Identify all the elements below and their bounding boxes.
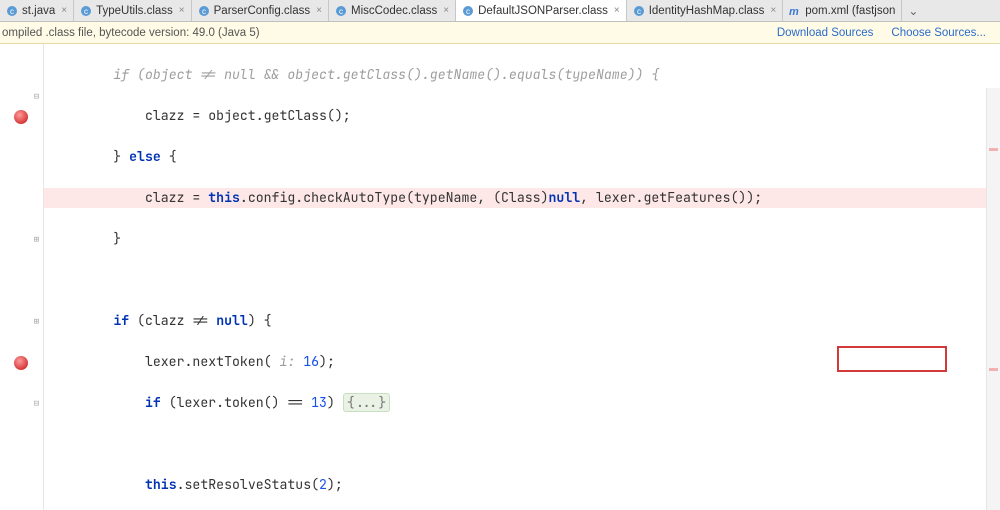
fold-handle-icon[interactable]: ⊞ (32, 317, 41, 326)
fold-handle-icon[interactable]: ⊟ (32, 399, 41, 408)
download-sources-link[interactable]: Download Sources (777, 27, 874, 39)
gutter[interactable]: ⊟ ⊞ ⊞ ⊟ (0, 44, 44, 510)
error-stripe-mark[interactable] (989, 148, 998, 151)
java-class-icon: c (633, 5, 645, 17)
close-icon[interactable]: × (443, 5, 449, 16)
code-line: } else { (44, 147, 1000, 168)
tab-label: st.java (22, 5, 55, 17)
code-line: if (lexer.token() == 13) {...} (44, 393, 1000, 414)
editor-scrollbar[interactable] (986, 88, 1000, 510)
close-icon[interactable]: × (179, 5, 185, 16)
svg-text:c: c (84, 7, 88, 16)
chevron-down-icon: ⌄ (908, 4, 918, 18)
tab-label: DefaultJSONParser.class (478, 5, 608, 17)
close-icon[interactable]: × (770, 5, 776, 16)
java-class-icon: c (6, 5, 18, 17)
tab-misccodec[interactable]: c MiscCodec.class × (329, 0, 456, 21)
choose-sources-link[interactable]: Choose Sources... (891, 27, 986, 39)
code-line: lexer.nextToken( i: 16); (44, 352, 1000, 373)
error-stripe-mark[interactable] (989, 368, 998, 371)
tab-label: pom.xml (fastjson (805, 5, 895, 17)
code-line: } (44, 229, 1000, 250)
tab-defaultjsonparser[interactable]: c DefaultJSONParser.class × (456, 0, 627, 21)
close-icon[interactable]: × (61, 5, 67, 16)
code-line: this.setResolveStatus(2); (44, 475, 1000, 496)
java-class-icon: c (80, 5, 92, 17)
close-icon[interactable]: × (316, 5, 322, 16)
svg-text:c: c (637, 7, 641, 16)
code-line: clazz = object.getClass(); (44, 106, 1000, 127)
tab-st-java[interactable]: c st.java × (0, 0, 74, 21)
tab-identityhashmap[interactable]: c IdentityHashMap.class × (627, 0, 784, 21)
maven-icon: m (789, 5, 801, 17)
tab-typeutils[interactable]: c TypeUtils.class × (74, 0, 192, 21)
fold-handle-icon[interactable]: ⊟ (32, 92, 41, 101)
code-line: if (clazz != null) { (44, 311, 1000, 332)
breakpoint-icon[interactable] (14, 110, 28, 124)
code-line (44, 434, 1000, 455)
tab-label: TypeUtils.class (96, 5, 173, 17)
decompiled-banner: ompiled .class file, bytecode version: 4… (0, 22, 1000, 44)
svg-text:c: c (10, 7, 14, 16)
banner-text: ompiled .class file, bytecode version: 4… (2, 27, 260, 39)
code-editor[interactable]: ⊟ ⊞ ⊞ ⊟ if (object != null && object.get… (0, 44, 1000, 510)
code-line (44, 270, 1000, 291)
fold-handle-icon[interactable]: ⊞ (32, 235, 41, 244)
svg-text:c: c (202, 7, 206, 16)
tab-label: IdentityHashMap.class (649, 5, 765, 17)
java-class-icon: c (462, 5, 474, 17)
svg-text:c: c (339, 7, 343, 16)
tabs-overflow[interactable]: ⌄ (902, 0, 924, 21)
code-body[interactable]: if (object != null && object.getClass().… (44, 44, 1000, 510)
java-class-icon: c (335, 5, 347, 17)
svg-text:c: c (466, 7, 470, 16)
code-line: clazz = this.config.checkAutoType(typeNa… (44, 188, 1000, 209)
editor-tabs: c st.java × c TypeUtils.class × c Parser… (0, 0, 1000, 22)
close-icon[interactable]: × (614, 5, 620, 16)
svg-text:m: m (789, 6, 799, 17)
breakpoint-icon[interactable] (14, 356, 28, 370)
tab-label: ParserConfig.class (214, 5, 311, 17)
java-class-icon: c (198, 5, 210, 17)
tab-label: MiscCodec.class (351, 5, 437, 17)
tab-pom-xml[interactable]: m pom.xml (fastjson (783, 0, 902, 21)
code-line: if (object != null && object.getClass().… (44, 65, 1000, 86)
tab-parserconfig[interactable]: c ParserConfig.class × (192, 0, 329, 21)
